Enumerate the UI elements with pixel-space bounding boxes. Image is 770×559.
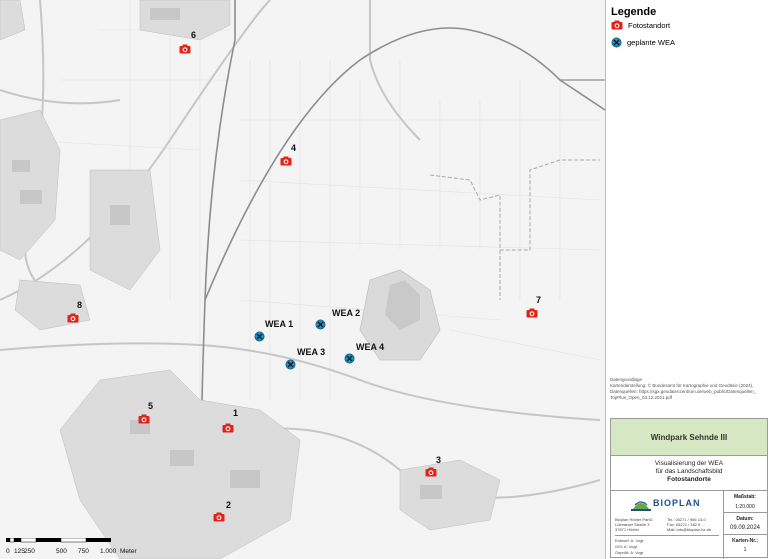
turbine-icon (254, 331, 265, 342)
turbine-marker[interactable] (344, 351, 355, 364)
photo-point-marker[interactable] (526, 305, 538, 318)
scale-label: Maßstab: (734, 494, 756, 500)
map-number-value: 1 (743, 547, 747, 553)
source-line: TopPlus_Open_03.12.2021.pdf (610, 395, 673, 400)
camera-icon (526, 308, 538, 318)
legend-panel: Legende Fotostandort geplante WEA Dateng… (605, 0, 770, 559)
photo-point-marker[interactable] (138, 411, 150, 424)
scale-unit: Meter (120, 548, 137, 555)
scale-bar: 0 125 250 500 750 1.000 Meter (6, 537, 156, 556)
staff-name: A. Vogt (630, 550, 644, 555)
turbine-icon (344, 353, 355, 364)
description-line: Fotostandorte (667, 476, 711, 483)
title-info: BIOPLAN Bioplan Höxter PartG Lütmarser S… (611, 491, 767, 559)
photo-point-label: 4 (291, 143, 297, 153)
date-value: 09.09.2024 (729, 525, 761, 531)
photo-point-label: 2 (226, 500, 232, 510)
camera-icon (67, 313, 79, 323)
contact-line: Mail: info@bioplan-hx.de (667, 527, 712, 532)
meta-box: Maßstab: 1:20.000 Datum: 09.09.2024 Kart… (723, 491, 767, 559)
company-contact: Tel.: 05271 / 966 13-0 Fax: 05271 / 182 … (667, 517, 711, 532)
bioplan-logo-icon (631, 501, 651, 511)
photo-point-label: 8 (77, 300, 83, 310)
scale-tick: 0 (6, 548, 10, 555)
staff-role: Entwurf: (615, 538, 630, 543)
turbine-icon (285, 359, 296, 370)
legend-item-label: Fotostandort (628, 20, 671, 30)
camera-icon (138, 414, 150, 424)
description-line: Visualisierung der WEA (654, 460, 724, 467)
turbine-marker[interactable] (315, 317, 326, 330)
scale-tick: 1.000 (100, 548, 117, 555)
turbine-label: WEA 2 (332, 308, 361, 318)
camera-icon (179, 44, 191, 54)
base-map (0, 0, 605, 559)
camera-icon (280, 156, 292, 166)
photo-point-marker[interactable] (222, 420, 234, 433)
photo-point-label: 5 (148, 401, 154, 411)
source-note: Datengrundlage Kartendarstellung: © Bund… (610, 377, 768, 401)
map-page: 1 2 3 4 5 6 7 8 WEA 1 WEA 2 WEA 3 WEA 4 0 125 250 … (0, 0, 770, 559)
project-title: Windpark Sehnde III (611, 419, 767, 456)
camera-icon (611, 20, 623, 30)
company-box: BIOPLAN Bioplan Höxter PartG Lütmarser S… (611, 491, 724, 559)
scale-value: 1:20.000 (735, 504, 755, 510)
legend-title: Legende (611, 6, 657, 18)
legend-item-photo: Fotostandort (611, 20, 670, 30)
date-label: Datum: (736, 516, 754, 522)
scale-bar-graphic (6, 537, 111, 543)
turbine-icon (315, 319, 326, 330)
camera-icon (425, 467, 437, 477)
turbine-label: WEA 4 (356, 342, 385, 352)
photo-point-marker[interactable] (425, 464, 437, 477)
photo-point-label: 1 (233, 408, 239, 418)
company-address: Bioplan Höxter PartG Lütmarser Straße 3 … (615, 517, 653, 532)
scale-tick: 250 (24, 548, 35, 555)
photo-point-marker[interactable] (280, 153, 292, 166)
title-block: Windpark Sehnde III Visualisierung der W… (610, 418, 768, 559)
turbine-icon (611, 37, 622, 48)
turbine-marker[interactable] (254, 329, 265, 342)
camera-icon (213, 512, 225, 522)
staff-name: A. Vogt (623, 544, 637, 549)
staff-block: Entwurf: A. Vogt GIS: A. Vogt Geprüft: A… (615, 535, 719, 556)
staff-name: A. Vogt (630, 538, 644, 543)
photo-point-marker[interactable] (179, 41, 191, 54)
turbine-marker[interactable] (285, 357, 296, 370)
legend-item-turbine: geplante WEA (611, 37, 675, 48)
turbine-label: WEA 3 (297, 347, 326, 357)
address-line: 37671 Höxter (615, 527, 640, 532)
photo-point-label: 7 (536, 295, 542, 305)
photo-point-label: 6 (191, 30, 197, 40)
scale-tick: 500 (56, 548, 67, 555)
turbine-label: WEA 1 (265, 319, 294, 329)
staff-role: Geprüft: (615, 550, 630, 555)
staff-role: GIS: (615, 544, 624, 549)
scale-tick: 750 (78, 548, 89, 555)
description-line: für das Landschaftsbild (655, 468, 723, 475)
map-number-label: Karten-Nr.: (732, 538, 758, 544)
photo-point-marker[interactable] (67, 310, 79, 323)
photo-point-marker[interactable] (213, 509, 225, 522)
map-description: Visualisierung der WEA für das Landschaf… (611, 456, 767, 491)
photo-point-label: 3 (436, 455, 442, 465)
legend-item-label: geplante WEA (627, 38, 675, 47)
camera-icon (222, 423, 234, 433)
company-name: BIOPLAN (653, 498, 701, 508)
